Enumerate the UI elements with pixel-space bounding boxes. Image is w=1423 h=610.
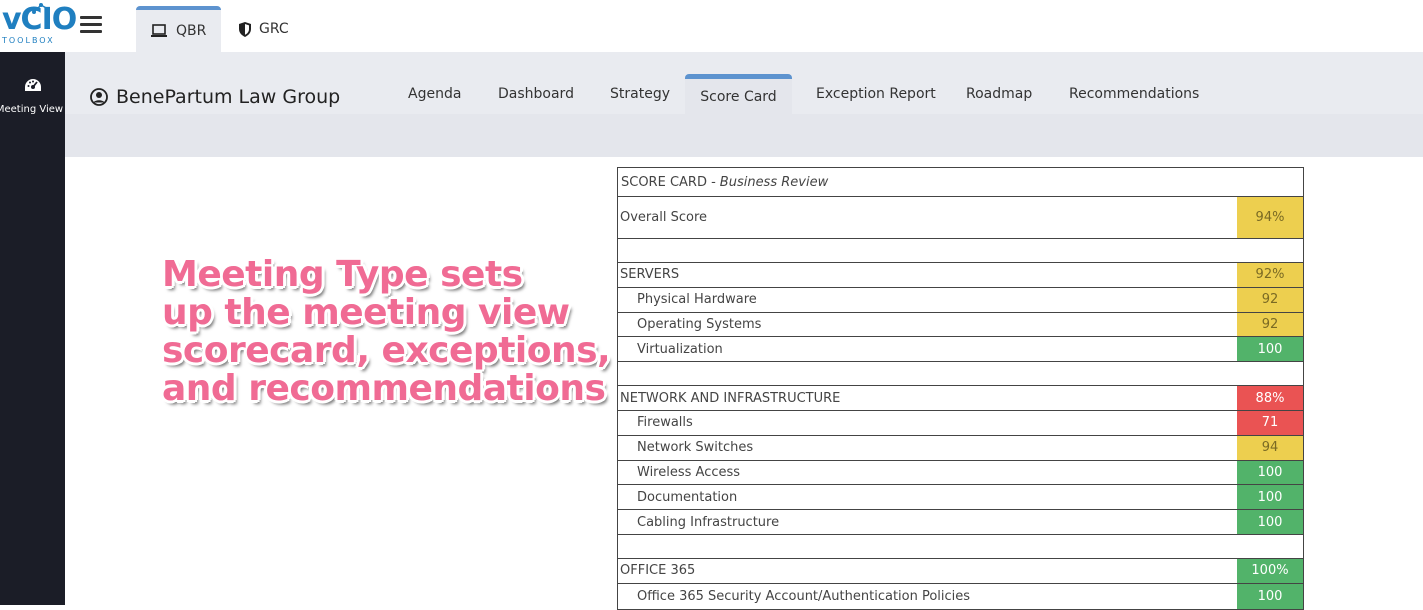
scorecard-subtitle: Business Review bbox=[719, 174, 829, 190]
top-tab-label: GRC bbox=[259, 21, 289, 37]
item-label: Documentation bbox=[618, 485, 1237, 510]
overall-score-label: Overall Score bbox=[618, 197, 1237, 238]
scorecard-title-text: SCORE CARD - bbox=[621, 174, 716, 190]
client-name: BenePartum Law Group bbox=[90, 86, 340, 108]
item-label: Network Switches bbox=[618, 435, 1237, 460]
item-score: 100 bbox=[1237, 485, 1303, 510]
tab-score-card[interactable]: Score Card bbox=[685, 74, 792, 114]
sidebar-item-meeting-view[interactable]: Meeting View bbox=[0, 78, 65, 115]
tab-exception-report[interactable]: Exception Report bbox=[797, 74, 955, 114]
section-label: NETWORK AND INFRASTRUCTURE bbox=[618, 386, 1237, 410]
item-score: 100 bbox=[1237, 460, 1303, 485]
table-row: Operating Systems 92 bbox=[618, 312, 1303, 338]
tab-agenda[interactable]: Agenda bbox=[389, 74, 480, 114]
dashboard-gauge-icon bbox=[24, 79, 42, 98]
item-score: 71 bbox=[1237, 410, 1303, 435]
table-row: Firewalls 71 bbox=[618, 410, 1303, 436]
section-label: OFFICE 365 bbox=[618, 558, 1237, 583]
tab-strategy[interactable]: Strategy bbox=[591, 74, 689, 114]
table-row: Virtualization 100 bbox=[618, 337, 1303, 363]
item-score: 100 bbox=[1237, 337, 1303, 362]
annotation-line: Meeting Type sets bbox=[162, 254, 523, 295]
tab-dashboard[interactable]: Dashboard bbox=[479, 74, 593, 114]
annotation-line: up the meeting view bbox=[162, 292, 570, 333]
annotation-line: scorecard, exceptions, bbox=[162, 330, 611, 371]
scorecard-table: SCORE CARD - Business Review Overall Sco… bbox=[617, 167, 1304, 610]
annotation-line: and recommendations bbox=[162, 368, 606, 409]
section-score: 100% bbox=[1237, 558, 1303, 583]
top-tab-qbr[interactable]: QBR bbox=[136, 6, 221, 52]
tab-roadmap[interactable]: Roadmap bbox=[947, 74, 1051, 114]
item-label: Physical Hardware bbox=[618, 287, 1237, 312]
top-tab-label: QBR bbox=[176, 23, 207, 39]
item-label: Virtualization bbox=[618, 337, 1237, 362]
item-label: Operating Systems bbox=[618, 312, 1237, 337]
item-score: 92 bbox=[1237, 287, 1303, 312]
spacer-row bbox=[618, 239, 1303, 263]
section-row-network: NETWORK AND INFRASTRUCTURE 88% bbox=[618, 386, 1303, 411]
section-label: SERVERS bbox=[618, 263, 1237, 287]
user-circle-icon bbox=[90, 88, 108, 106]
scorecard-title: SCORE CARD - Business Review bbox=[618, 168, 1303, 197]
menu-toggle-icon[interactable] bbox=[80, 16, 102, 36]
client-name-label: BenePartum Law Group bbox=[116, 86, 341, 108]
item-label: Cabling Infrastructure bbox=[618, 510, 1237, 534]
table-row: Network Switches 94 bbox=[618, 435, 1303, 461]
tab-recommendations[interactable]: Recommendations bbox=[1050, 74, 1218, 114]
spacer-row bbox=[618, 362, 1303, 387]
laptop-icon bbox=[150, 24, 168, 38]
sidebar-item-label: Meeting View bbox=[0, 104, 64, 115]
overall-score-row: Overall Score 94% bbox=[618, 197, 1303, 239]
table-row: Physical Hardware 92 bbox=[618, 287, 1303, 313]
section-score: 92% bbox=[1237, 263, 1303, 287]
top-bar: vCIO TOOLBOX QBR GRC bbox=[0, 0, 1423, 52]
item-label: Firewalls bbox=[618, 410, 1237, 435]
logo-subtext: TOOLBOX bbox=[2, 36, 55, 45]
shield-icon bbox=[239, 21, 251, 37]
item-label: Wireless Access bbox=[618, 460, 1237, 485]
table-row: Wireless Access 100 bbox=[618, 460, 1303, 486]
section-score: 88% bbox=[1237, 386, 1303, 410]
annotation-overlay: Meeting Type sets up the meeting view sc… bbox=[162, 254, 611, 409]
item-score: 100 bbox=[1237, 510, 1303, 534]
sub-header-band bbox=[65, 114, 1423, 157]
item-score: 92 bbox=[1237, 312, 1303, 337]
item-score: 94 bbox=[1237, 435, 1303, 460]
spacer-row bbox=[618, 534, 1303, 559]
app-logo[interactable]: vCIO TOOLBOX bbox=[0, 0, 77, 52]
table-row: Cabling Infrastructure 100 bbox=[618, 510, 1303, 535]
section-row-servers: SERVERS 92% bbox=[618, 263, 1303, 288]
logo-spark-icon bbox=[32, 3, 50, 14]
top-tab-grc[interactable]: GRC bbox=[225, 6, 305, 52]
section-row-office-365: OFFICE 365 100% bbox=[618, 558, 1303, 584]
overall-score-value: 94% bbox=[1237, 197, 1303, 238]
sidebar: Meeting View bbox=[0, 52, 65, 605]
table-row: Documentation 100 bbox=[618, 485, 1303, 511]
